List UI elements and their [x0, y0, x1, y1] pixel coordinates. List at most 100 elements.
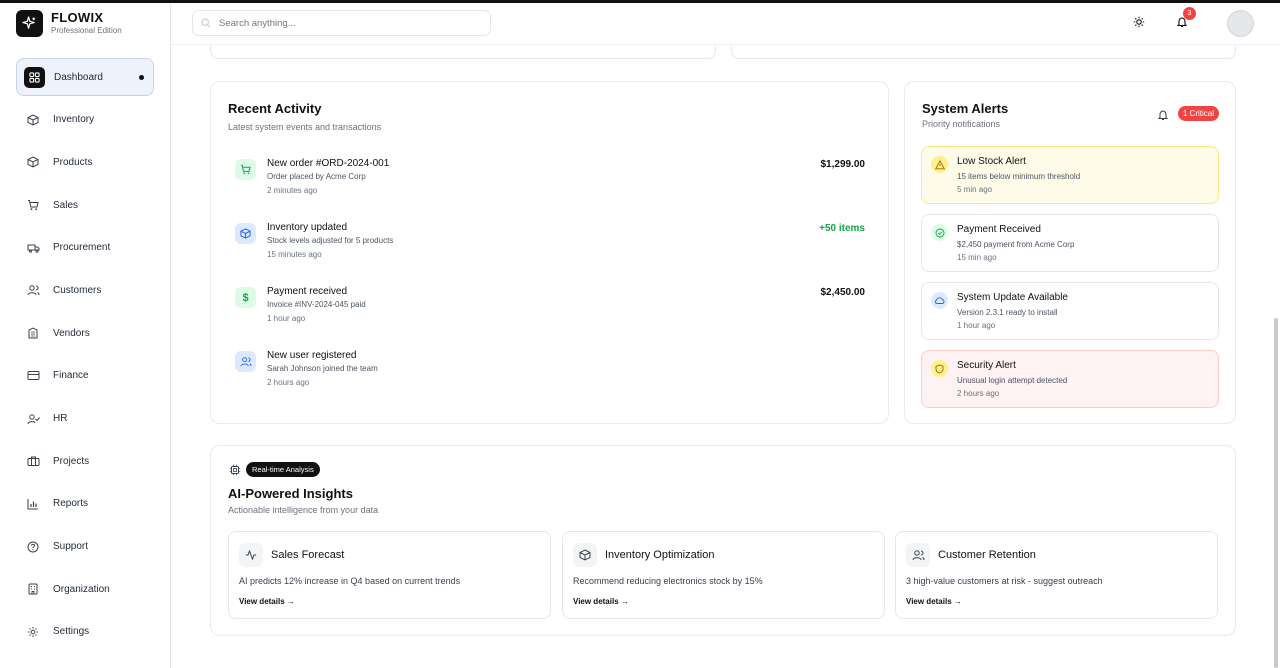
alert-item[interactable]: Payment Received $2,450 payment from Acm…	[921, 214, 1219, 272]
sidebar-item-products[interactable]: Products	[16, 143, 154, 181]
gear-icon	[25, 624, 41, 640]
view-details-link[interactable]: View details →	[239, 597, 295, 606]
activity-desc: Stock levels adjusted for 5 products	[267, 236, 394, 245]
user-check-icon	[25, 411, 41, 427]
warning-icon	[931, 156, 948, 173]
insight-card-sales-forecast[interactable]: Sales Forecast AI predicts 12% increase …	[228, 531, 551, 619]
alert-time: 2 hours ago	[957, 389, 1000, 398]
sidebar-item-label: Inventory	[53, 114, 95, 126]
sidebar-item-vendors[interactable]: Vendors	[16, 314, 154, 352]
alert-item[interactable]: Low Stock Alert 15 items below minimum t…	[921, 146, 1219, 204]
sidebar-item-label: Procurement	[53, 242, 111, 254]
sidebar-item-reports[interactable]: Reports	[16, 485, 154, 523]
alert-title: Security Alert	[957, 360, 1016, 371]
truck-icon	[25, 240, 41, 256]
sidebar-item-label: Customers	[53, 284, 102, 296]
sidebar-item-hr[interactable]: HR	[16, 400, 154, 438]
sidebar-item-label: Dashboard	[54, 71, 103, 83]
sidebar-item-label: Vendors	[53, 327, 90, 339]
cpu-icon	[229, 463, 241, 481]
dollar-icon: $	[235, 287, 256, 308]
brand-name: FLOWIX	[51, 10, 104, 25]
users-icon	[25, 282, 41, 298]
sidebar-item-organization[interactable]: Organization	[16, 570, 154, 608]
activity-time: 15 minutes ago	[267, 250, 322, 259]
sidebar-item-label: Organization	[53, 583, 110, 595]
box-icon	[235, 223, 256, 244]
activity-list: New order #ORD-2024-001 Order placed by …	[235, 155, 865, 411]
activity-time: 2 minutes ago	[267, 186, 318, 195]
insight-desc: AI predicts 12% increase in Q4 based on …	[239, 576, 461, 586]
sidebar-item-projects[interactable]: Projects	[16, 442, 154, 480]
search-box[interactable]	[192, 10, 491, 36]
activity-time: 1 hour ago	[267, 314, 306, 323]
alert-item[interactable]: System Update Available Version 2.3.1 re…	[921, 282, 1219, 340]
system-alerts-title: System Alerts	[922, 101, 1009, 116]
view-details-link[interactable]: View details →	[906, 597, 962, 606]
critical-count-badge: 1 Critical	[1177, 106, 1219, 121]
briefcase-icon	[25, 453, 41, 469]
activity-desc: Invoice #INV-2024-045 paid	[267, 300, 366, 309]
page-scrollbar[interactable]	[1274, 318, 1278, 668]
building-icon	[25, 325, 41, 341]
theme-toggle-button[interactable]	[1130, 13, 1148, 31]
sidebar-item-finance[interactable]: Finance	[16, 357, 154, 395]
shield-icon	[931, 360, 948, 377]
list-item[interactable]: $ Payment received Invoice #INV-2024-045…	[235, 283, 865, 347]
sparkle-logo-icon	[16, 10, 43, 37]
top-border	[0, 0, 1280, 3]
notifications-button[interactable]: 3	[1173, 7, 1196, 31]
sidebar-item-inventory[interactable]: Inventory	[16, 101, 154, 139]
sidebar: FLOWIX Professional Edition Dashboard In…	[0, 3, 171, 668]
view-details-link[interactable]: View details →	[573, 597, 629, 606]
sidebar-item-settings[interactable]: Settings	[16, 613, 154, 651]
cart-icon	[235, 159, 256, 180]
help-icon	[25, 539, 41, 555]
activity-title: New order #ORD-2024-001	[267, 158, 390, 169]
list-item[interactable]: Inventory updated Stock levels adjusted …	[235, 219, 865, 283]
brand[interactable]: FLOWIX Professional Edition	[16, 10, 122, 37]
active-indicator-dot	[139, 75, 144, 80]
users-icon	[906, 543, 930, 567]
alert-time: 5 min ago	[957, 185, 993, 194]
list-item[interactable]: New user registered Sarah Johnson joined…	[235, 347, 865, 411]
cloud-icon	[931, 292, 948, 309]
office-icon	[25, 581, 41, 597]
insight-title: Customer Retention	[938, 549, 1036, 561]
insight-card-inventory-optimization[interactable]: Inventory Optimization Recommend reducin…	[562, 531, 885, 619]
alert-title: System Update Available	[957, 292, 1068, 303]
alert-desc: 15 items below minimum threshold	[957, 172, 1081, 181]
sidebar-item-customers[interactable]: Customers	[16, 271, 154, 309]
sidebar-item-procurement[interactable]: Procurement	[16, 229, 154, 267]
alert-desc: Unusual login attempt detected	[957, 376, 1068, 385]
insight-title: Sales Forecast	[271, 549, 345, 561]
card-icon	[25, 368, 41, 384]
activity-icon	[239, 543, 263, 567]
sidebar-item-label: Products	[53, 156, 93, 168]
sidebar-nav: Dashboard Inventory Products Sales Procu…	[16, 58, 154, 656]
sidebar-item-label: Settings	[53, 626, 90, 638]
box-icon	[573, 543, 597, 567]
alert-title: Low Stock Alert	[957, 156, 1026, 167]
notification-count-badge: 3	[1183, 7, 1196, 20]
insight-desc: 3 high-value customers at risk - suggest…	[906, 576, 1103, 586]
package-icon	[25, 154, 41, 170]
stat-card-bottom-edge	[210, 45, 716, 59]
activity-desc: Order placed by Acme Corp	[267, 172, 366, 181]
alert-item[interactable]: Security Alert Unusual login attempt det…	[921, 350, 1219, 408]
sidebar-item-sales[interactable]: Sales	[16, 186, 154, 224]
activity-amount: +50 items	[819, 223, 865, 234]
alert-time: 1 hour ago	[957, 321, 996, 330]
sidebar-item-support[interactable]: Support	[16, 528, 154, 566]
sidebar-item-dashboard[interactable]: Dashboard	[16, 58, 154, 96]
insight-card-customer-retention[interactable]: Customer Retention 3 high-value customer…	[895, 531, 1218, 619]
search-input[interactable]	[219, 17, 479, 29]
insight-desc: Recommend reducing electronics stock by …	[573, 576, 763, 586]
list-item[interactable]: New order #ORD-2024-001 Order placed by …	[235, 155, 865, 219]
activity-title: New user registered	[267, 350, 357, 361]
activity-time: 2 hours ago	[267, 378, 310, 387]
user-avatar[interactable]	[1227, 10, 1254, 37]
check-circle-icon	[931, 224, 948, 241]
system-alerts-card: System Alerts Priority notifications 1 C…	[904, 81, 1236, 424]
recent-activity-title: Recent Activity	[228, 101, 322, 116]
